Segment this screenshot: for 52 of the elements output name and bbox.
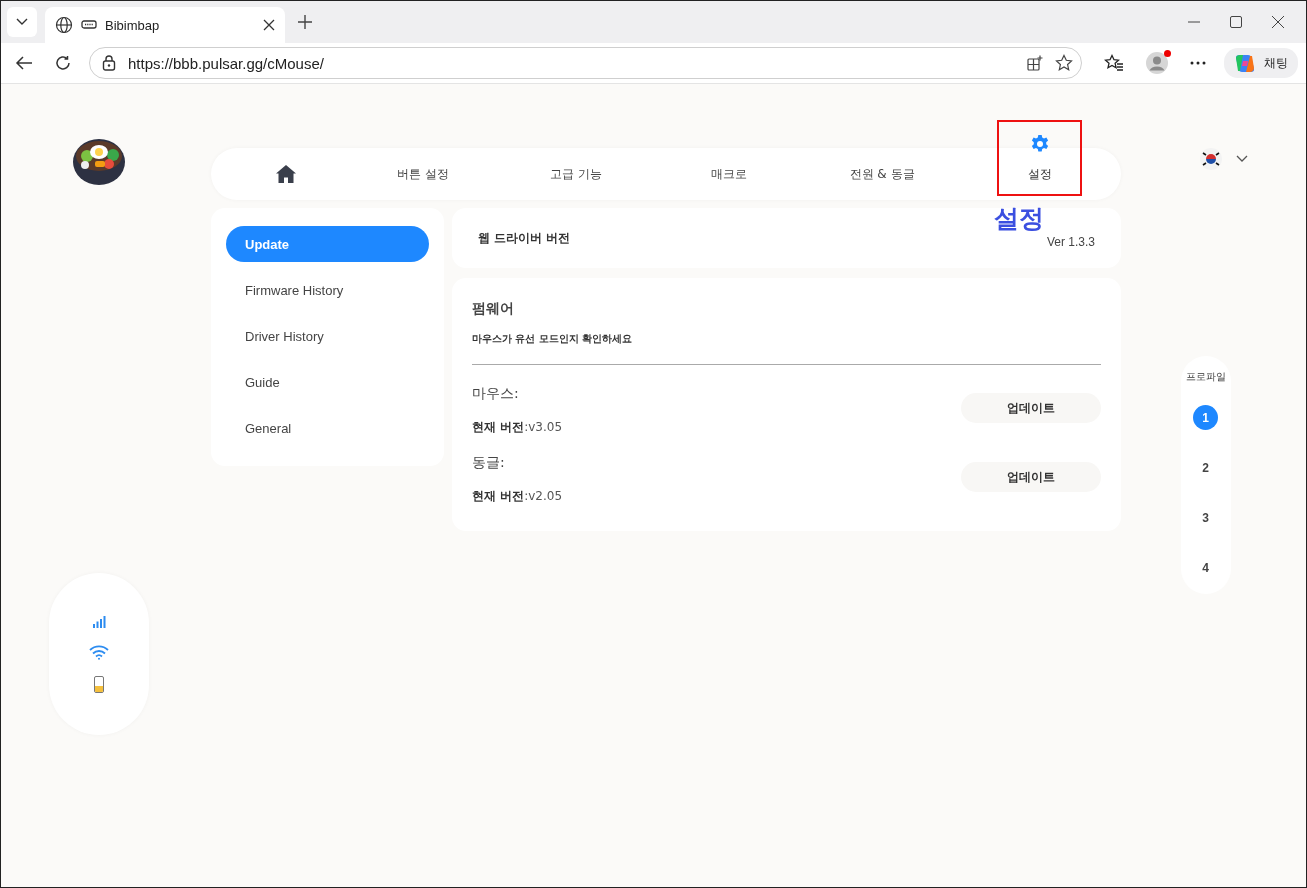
nav-tab[interactable]: 고급 기능	[499, 154, 653, 194]
signal-icon	[92, 615, 106, 629]
settings-tab[interactable]: 설정	[958, 133, 1121, 183]
version-text: 현재 버전:v3.05	[472, 419, 563, 436]
tab-title: Bibimbap	[105, 17, 161, 33]
browser-tab[interactable]: Bibimbap	[45, 7, 285, 43]
annotation-label: 설정	[994, 203, 1044, 235]
favorites-icon[interactable]	[1104, 54, 1124, 72]
sidebar-item[interactable]: Firmware History	[226, 272, 429, 308]
update-button[interactable]: 업데이트	[961, 462, 1101, 492]
device-name: 동글:	[472, 454, 506, 472]
more-icon[interactable]	[1190, 61, 1206, 65]
version-text: 현재 버전:v2.05	[472, 488, 563, 505]
device-icon	[81, 20, 97, 30]
card-title: 웹 드라이버 버전	[478, 229, 571, 247]
maximize-icon[interactable]	[1230, 16, 1242, 28]
copilot-icon	[1234, 52, 1256, 74]
bibimbap-bowl-drawing	[71, 136, 127, 188]
lock-icon	[102, 55, 116, 71]
version-text: Ver 1.3.3	[1046, 235, 1095, 249]
globe-icon	[55, 16, 73, 34]
add-app-icon[interactable]	[1027, 55, 1043, 71]
nav-tab[interactable]: 전원 & 동글	[805, 154, 959, 194]
reload-icon[interactable]	[55, 55, 71, 71]
back-arrow-icon[interactable]	[15, 56, 33, 70]
tab-list-button[interactable]	[7, 7, 37, 37]
profile-button[interactable]: 4	[1193, 555, 1218, 580]
sidebar-item[interactable]: General	[226, 410, 429, 446]
nav-tab[interactable]: 매크로	[652, 154, 806, 194]
wifi-icon	[89, 645, 109, 660]
chevron-down-icon[interactable]	[1235, 155, 1248, 163]
sidebar-item[interactable]: Guide	[226, 364, 429, 400]
close-window-icon[interactable]	[1272, 16, 1284, 28]
avatar-icon[interactable]	[1146, 52, 1168, 74]
profile-button[interactable]: 2	[1193, 455, 1218, 480]
new-tab-icon[interactable]	[297, 14, 313, 30]
profile-button[interactable]: 3	[1193, 505, 1218, 530]
close-icon[interactable]	[263, 19, 275, 31]
flag-icon[interactable]	[1199, 148, 1222, 170]
url-text: https://bbb.pulsar.gg/cMouse/	[128, 54, 324, 72]
profile-title: 프로파일	[1185, 370, 1226, 384]
update-button[interactable]: 업데이트	[961, 393, 1101, 423]
nav-tab[interactable]: 버튼 설정	[346, 154, 500, 194]
sidebar-item[interactable]: Driver History	[226, 318, 429, 354]
chevron-down-icon	[16, 18, 28, 26]
battery-icon	[94, 676, 104, 693]
card-title: 펌웨어	[472, 300, 515, 318]
copilot-button[interactable]: 채팅	[1224, 48, 1298, 78]
note-text: 마우스가 유선 모드인지 확인하세요	[472, 332, 634, 346]
home-icon	[275, 165, 296, 183]
device-name: 마우스:	[472, 385, 520, 403]
star-icon[interactable]	[1055, 54, 1073, 72]
